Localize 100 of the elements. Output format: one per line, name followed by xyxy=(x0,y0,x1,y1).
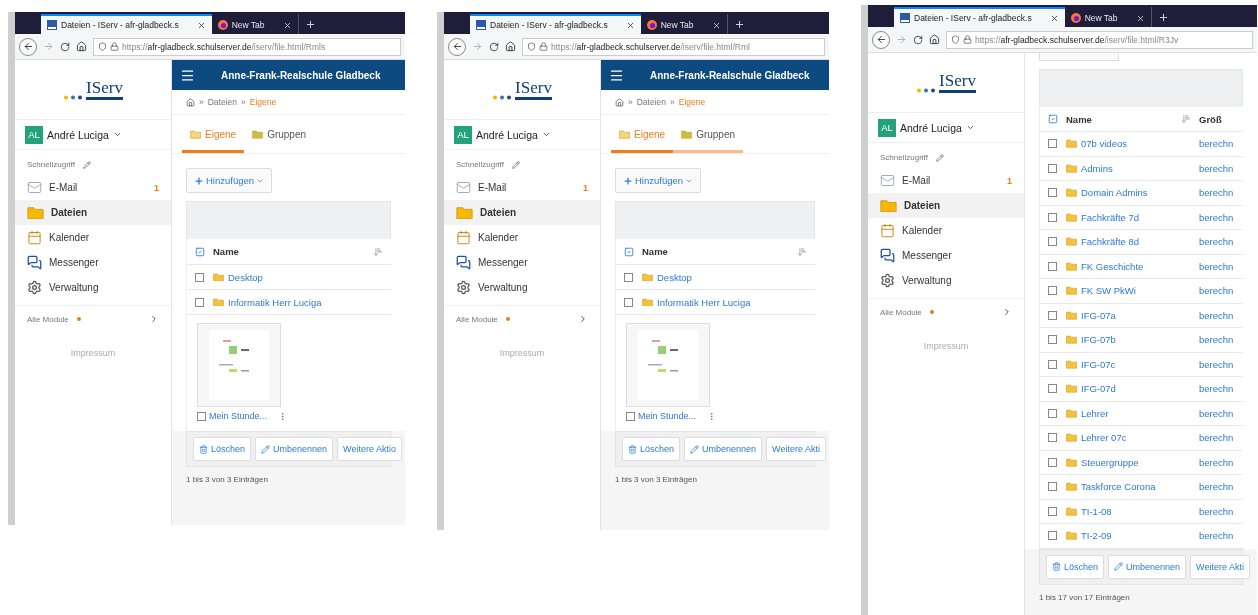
size-link[interactable]: berechn xyxy=(1199,432,1243,444)
add-button[interactable]: Hinzufügen xyxy=(186,168,273,193)
folder-link[interactable]: 07b videos xyxy=(1081,138,1127,150)
sidebar-item[interactable]: E-Mail 1 xyxy=(444,175,600,200)
sort-icon[interactable] xyxy=(1181,114,1191,124)
add-button[interactable]: Hinzufügen xyxy=(615,168,702,193)
select-all-icon[interactable] xyxy=(195,246,205,257)
folder-link[interactable]: Fachkräfte 8d xyxy=(1081,236,1140,248)
action-button[interactable]: Löschen xyxy=(1046,554,1105,579)
folder-tab[interactable]: Gruppen xyxy=(673,115,744,153)
action-button[interactable]: Umbenennen xyxy=(255,437,334,461)
row-checkbox[interactable] xyxy=(1048,335,1057,345)
sidebar-item[interactable]: Kalender xyxy=(444,225,600,250)
back-button[interactable] xyxy=(872,30,890,49)
folder-link[interactable]: Desktop xyxy=(657,271,692,283)
size-link[interactable]: berechn xyxy=(1199,138,1243,150)
sidebar-item[interactable]: Messenger xyxy=(15,250,171,275)
home-icon[interactable] xyxy=(615,97,624,107)
address-field[interactable]: https://afr-gladbeck.schulserver.de/iserv/file.html/Rmls xyxy=(93,37,401,56)
folder-link[interactable]: Desktop xyxy=(228,271,263,283)
forward-icon[interactable] xyxy=(896,34,907,45)
column-header[interactable]: Name xyxy=(1066,113,1181,125)
folder-tab[interactable]: Eigene xyxy=(182,115,245,153)
new-tab-icon[interactable] xyxy=(733,18,745,30)
size-link[interactable]: berechn xyxy=(1199,334,1243,346)
close-icon[interactable] xyxy=(1135,13,1145,23)
row-checkbox[interactable] xyxy=(1048,188,1057,198)
row-checkbox[interactable] xyxy=(1048,506,1057,516)
file-link[interactable]: Mein Stunde... xyxy=(638,411,697,421)
sidebar-item[interactable]: E-Mail 1 xyxy=(15,175,171,200)
imprint-link[interactable]: Impressum xyxy=(923,341,969,351)
sidebar-item[interactable]: E-Mail 1 xyxy=(868,168,1024,193)
sidebar-item[interactable]: Verwaltung xyxy=(868,268,1024,293)
size-link[interactable]: berechn xyxy=(1199,309,1243,321)
new-tab-icon[interactable] xyxy=(1157,11,1169,23)
user-menu[interactable]: AL André Luciga xyxy=(444,120,600,150)
column-header[interactable]: Name xyxy=(642,246,797,257)
row-checkbox[interactable] xyxy=(1048,212,1057,222)
row-checkbox[interactable] xyxy=(1048,457,1057,467)
folder-link[interactable]: TI-2-09 xyxy=(1081,530,1112,542)
folder-link[interactable]: IFG-07a xyxy=(1081,309,1116,321)
folder-link[interactable]: FK SW PkWi xyxy=(1081,285,1136,297)
sort-icon[interactable] xyxy=(797,246,807,257)
browser-tab[interactable]: Dateien - IServ - afr-gladbeck.s xyxy=(470,14,641,34)
reload-icon[interactable] xyxy=(489,41,499,52)
sidebar-item[interactable]: Dateien xyxy=(868,193,1024,218)
folder-link[interactable]: Taskforce Corona xyxy=(1081,481,1156,493)
sidebar-item[interactable]: Messenger xyxy=(868,243,1024,268)
pencil-icon[interactable] xyxy=(82,160,91,169)
reload-icon[interactable] xyxy=(60,41,70,52)
select-all-icon[interactable] xyxy=(624,246,634,257)
sidebar-item[interactable]: Verwaltung xyxy=(444,275,600,300)
row-checkbox[interactable] xyxy=(1048,433,1057,443)
action-button[interactable]: Weitere Aktio xyxy=(337,437,402,461)
user-menu[interactable]: AL André Luciga xyxy=(15,120,171,150)
sidebar-item[interactable]: Verwaltung xyxy=(15,275,171,300)
pencil-icon[interactable] xyxy=(935,153,944,162)
breadcrumb-link[interactable]: Dateien xyxy=(636,97,667,107)
folder-tab[interactable]: Gruppen xyxy=(244,115,315,153)
close-icon[interactable] xyxy=(1049,13,1059,23)
folder-tab[interactable]: Eigene xyxy=(611,115,674,153)
row-checkbox[interactable] xyxy=(1048,237,1057,247)
select-all-icon[interactable] xyxy=(1048,114,1058,124)
sort-icon[interactable] xyxy=(373,246,383,257)
size-link[interactable]: berechn xyxy=(1199,260,1243,272)
action-button[interactable]: Umbenennen xyxy=(684,437,763,461)
folder-link[interactable]: Domain Admins xyxy=(1081,187,1148,199)
breadcrumb-link[interactable]: Eigene xyxy=(249,97,277,107)
pencil-icon[interactable] xyxy=(511,160,520,169)
action-button[interactable]: Löschen xyxy=(622,437,681,461)
imprint-link[interactable]: Impressum xyxy=(70,348,116,358)
menu-icon[interactable] xyxy=(180,67,195,83)
folder-link[interactable]: FK Geschichte xyxy=(1081,260,1144,272)
row-checkbox[interactable] xyxy=(1048,384,1057,394)
row-checkbox[interactable] xyxy=(195,297,204,307)
size-link[interactable]: berechn xyxy=(1199,236,1243,248)
back-button[interactable] xyxy=(19,37,37,56)
row-checkbox[interactable] xyxy=(1048,261,1057,271)
forward-icon[interactable] xyxy=(472,41,483,52)
home-icon[interactable] xyxy=(76,41,87,52)
sidebar-item[interactable]: Kalender xyxy=(15,225,171,250)
row-checkbox[interactable] xyxy=(1048,286,1057,296)
close-icon[interactable] xyxy=(711,20,721,30)
reload-icon[interactable] xyxy=(913,34,923,45)
size-link[interactable]: berechn xyxy=(1199,358,1243,370)
back-button[interactable] xyxy=(448,37,466,56)
all-modules-link[interactable]: Alle Module xyxy=(444,305,600,332)
size-link[interactable]: berechn xyxy=(1199,456,1243,468)
address-field[interactable]: https://afr-gladbeck.schulserver.de/iserv/file.html/R3Jv xyxy=(946,30,1253,49)
size-link[interactable]: berechn xyxy=(1199,481,1243,493)
sidebar-item[interactable]: Kalender xyxy=(868,218,1024,243)
breadcrumb-link[interactable]: Eigene xyxy=(678,97,706,107)
row-checkbox[interactable] xyxy=(1048,139,1057,149)
imprint-link[interactable]: Impressum xyxy=(499,348,545,358)
address-field[interactable]: https://afr-gladbeck.schulserver.de/iserv/file.html/Rml xyxy=(522,37,825,56)
new-tab-icon[interactable] xyxy=(304,18,316,30)
row-checkbox[interactable] xyxy=(1048,359,1057,369)
folder-link[interactable]: Lehrer 07c xyxy=(1081,432,1127,444)
folder-link[interactable]: IFG-07b xyxy=(1081,334,1116,346)
row-checkbox[interactable] xyxy=(1048,531,1057,541)
